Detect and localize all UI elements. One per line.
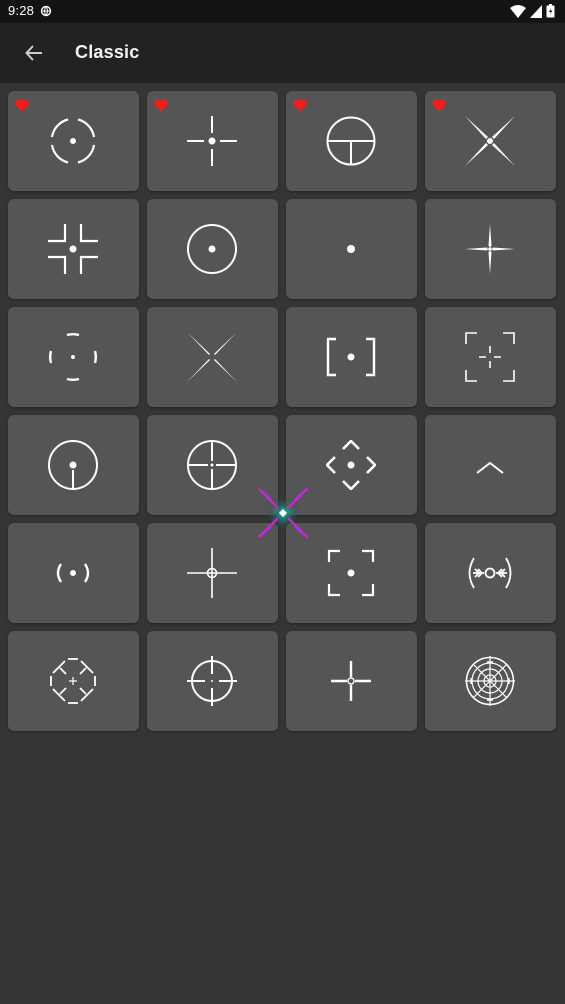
split-circle-dot-crosshair-icon bbox=[50, 118, 96, 164]
arrow-left-icon bbox=[25, 45, 42, 61]
crosshair-tile[interactable] bbox=[286, 631, 417, 731]
favorite-heart-icon bbox=[154, 99, 168, 111]
crosshair-tile[interactable] bbox=[8, 307, 139, 407]
circle-cross-gap-crosshair-icon bbox=[187, 440, 237, 490]
frame-corners-dot-crosshair-icon bbox=[327, 549, 375, 597]
crosshair-tile[interactable] bbox=[147, 91, 278, 191]
crosshair-tile[interactable] bbox=[147, 631, 278, 731]
corner-brackets-dot-crosshair-icon bbox=[48, 224, 98, 274]
back-button[interactable] bbox=[18, 37, 50, 69]
crosshair-tile[interactable] bbox=[286, 91, 417, 191]
status-icons bbox=[510, 4, 555, 18]
crosshair-tile[interactable] bbox=[425, 631, 556, 731]
crosshair-tile[interactable] bbox=[286, 199, 417, 299]
crosshair-tile[interactable] bbox=[147, 307, 278, 407]
crosshair-tile[interactable] bbox=[425, 91, 556, 191]
status-bar: 9:28 bbox=[0, 0, 565, 23]
parentheses-dot-crosshair-icon bbox=[56, 563, 90, 583]
x-crosshair-icon bbox=[187, 332, 237, 382]
chevron-up-crosshair-icon bbox=[476, 461, 504, 474]
star-cross-crosshair-icon bbox=[465, 224, 515, 274]
wifi-icon bbox=[510, 4, 526, 18]
vpn-globe-icon bbox=[40, 5, 52, 17]
crosshair-tile[interactable] bbox=[425, 307, 556, 407]
status-time: 9:28 bbox=[8, 3, 35, 18]
scope-circle-crosshair-icon bbox=[187, 656, 237, 706]
target-reticle-crosshair-icon bbox=[465, 656, 515, 706]
x-dot-crosshair-icon bbox=[465, 116, 515, 166]
favorite-heart-icon bbox=[293, 99, 307, 111]
crosshair-tile[interactable] bbox=[8, 91, 139, 191]
favorite-heart-icon bbox=[432, 99, 446, 111]
battery-icon bbox=[546, 4, 555, 18]
dashed-circle-dot-crosshair-icon bbox=[49, 333, 97, 381]
cross-small-circle-crosshair-icon bbox=[187, 548, 237, 598]
crosshair-tile[interactable] bbox=[8, 631, 139, 731]
diamond-chevrons-dot-crosshair-icon bbox=[326, 440, 376, 490]
plus-ring-crosshair-icon bbox=[331, 661, 371, 701]
square-brackets-dot-crosshair-icon bbox=[326, 337, 376, 377]
arrows-ring-crosshair-icon bbox=[468, 557, 512, 589]
crosshair-tile[interactable] bbox=[425, 523, 556, 623]
circle-dot-stem-crosshair-icon bbox=[48, 440, 98, 490]
circle-dot-crosshair-icon bbox=[187, 224, 237, 274]
signal-icon bbox=[530, 4, 542, 18]
crosshair-tile[interactable] bbox=[8, 523, 139, 623]
gap-cross-dot-crosshair-icon bbox=[187, 116, 237, 166]
page-title: Classic bbox=[75, 42, 140, 62]
crosshair-tile[interactable] bbox=[286, 307, 417, 407]
app-bar: Classic bbox=[0, 23, 565, 83]
crosshair-tile[interactable] bbox=[147, 199, 278, 299]
crosshair-tile[interactable] bbox=[8, 199, 139, 299]
circle-t-crosshair-icon bbox=[326, 116, 376, 166]
frame-corners-cross-crosshair-icon bbox=[465, 332, 515, 382]
octagon-plus-crosshair-icon bbox=[50, 658, 96, 704]
crosshair-tile[interactable] bbox=[425, 415, 556, 515]
favorite-heart-icon bbox=[15, 99, 29, 111]
crosshair-tile[interactable] bbox=[425, 199, 556, 299]
dot-crosshair-icon bbox=[347, 245, 355, 253]
crosshair-tile[interactable] bbox=[8, 415, 139, 515]
floating-crosshair-overlay-icon[interactable] bbox=[257, 487, 309, 539]
